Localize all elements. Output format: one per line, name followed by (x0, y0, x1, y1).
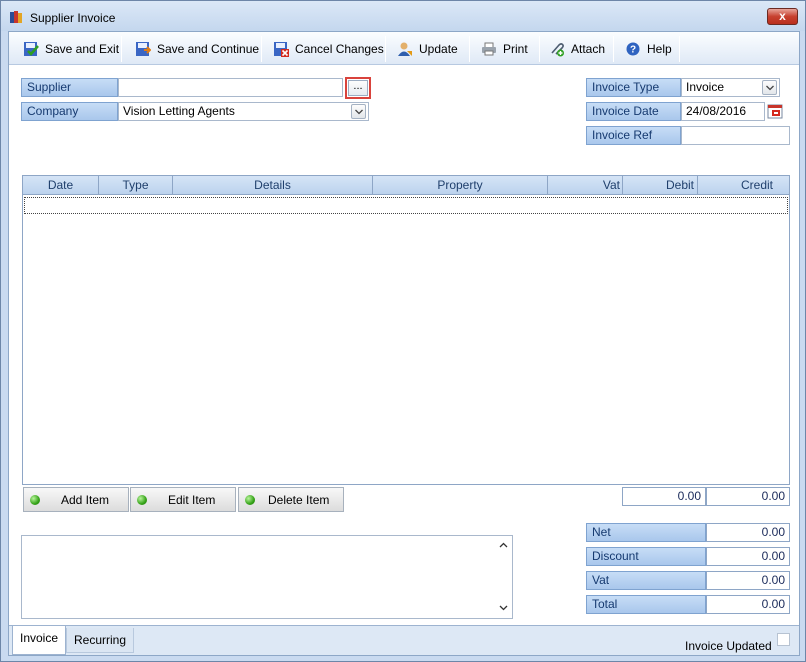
supplier-lookup-label: ... (348, 80, 368, 96)
vat-label: Vat (586, 571, 706, 590)
company-select[interactable]: Vision Letting Agents (118, 102, 369, 121)
invoice-type-select[interactable]: Invoice (681, 78, 780, 97)
supplier-input[interactable] (118, 78, 343, 97)
invoice-updated-checkbox[interactable] (777, 633, 790, 646)
delete-item-label: Delete Item (268, 493, 330, 507)
window-title: Supplier Invoice (30, 11, 116, 25)
invoice-date-input[interactable]: 24/08/2016 (681, 102, 765, 121)
cancel-changes-icon (274, 42, 289, 57)
close-button[interactable]: x (767, 8, 798, 25)
edit-item-label: Edit Item (168, 493, 216, 507)
app-icon (10, 11, 22, 23)
toolbar-separator (261, 36, 262, 62)
net-value: 0.00 (706, 523, 790, 542)
green-dot-icon (137, 495, 147, 505)
add-item-label: Add Item (61, 493, 110, 507)
company-value: Vision Letting Agents (123, 104, 235, 118)
tab-recurring[interactable]: Recurring (66, 628, 135, 653)
invoice-form: Save and Exit Save and Continue Cancel C… (8, 31, 800, 656)
save-and-continue-button[interactable]: Save and Continue (135, 36, 259, 62)
cancel-changes-label: Cancel Changes (295, 42, 384, 56)
update-button[interactable]: Update (397, 36, 458, 62)
add-item-button[interactable]: Add Item (23, 487, 129, 512)
invoice-updated-label: Invoice Updated (685, 639, 772, 653)
invoice-ref-input[interactable] (681, 126, 790, 145)
invoice-type-label: Invoice Type (586, 78, 681, 97)
bottom-tabs: Invoice Recurring (9, 625, 799, 655)
column-header-type[interactable]: Type (99, 176, 173, 194)
invoice-type-value: Invoice (686, 80, 725, 94)
grid-header: Date Type Details Property Vat Debit Cre… (23, 176, 789, 195)
toolbar-separator (613, 36, 614, 62)
toolbar-separator (385, 36, 386, 62)
save-and-exit-label: Save and Exit (45, 42, 120, 56)
supplier-label: Supplier (21, 78, 118, 97)
scroll-up-icon[interactable] (499, 542, 508, 548)
supplier-lookup-button[interactable]: ... (345, 77, 371, 99)
cancel-changes-button[interactable]: Cancel Changes (273, 36, 384, 62)
column-header-vat[interactable]: Vat (548, 176, 623, 194)
supplier-invoice-window: Supplier Invoice x Save and Exit Save an… (0, 0, 806, 662)
toolbar-separator (469, 36, 470, 62)
help-icon: ? (626, 42, 640, 56)
column-header-debit[interactable]: Debit (623, 176, 698, 194)
vat-value: 0.00 (706, 571, 790, 590)
help-label: Help (647, 42, 672, 56)
attach-label: Attach (571, 42, 606, 56)
notes-textarea[interactable] (21, 535, 513, 619)
update-icon (398, 42, 412, 56)
save-and-exit-button[interactable]: Save and Exit (23, 36, 119, 62)
column-header-date[interactable]: Date (23, 176, 99, 194)
total-label: Total (586, 595, 706, 614)
net-label: Net (586, 523, 706, 542)
scroll-down-icon[interactable] (499, 605, 508, 611)
svg-text:?: ? (630, 45, 636, 56)
attach-button[interactable]: Attach (549, 36, 605, 62)
invoice-date-label: Invoice Date (586, 102, 681, 121)
update-label: Update (419, 42, 458, 56)
calendar-icon[interactable] (767, 103, 783, 119)
column-header-details[interactable]: Details (173, 176, 373, 194)
save-exit-icon (24, 42, 39, 56)
toolbar-separator (679, 36, 680, 62)
credit-total: 0.00 (706, 487, 790, 506)
title-bar: Supplier Invoice x (1, 1, 805, 31)
green-dot-icon (245, 495, 255, 505)
help-button[interactable]: ? Help (625, 36, 672, 62)
total-value: 0.00 (706, 595, 790, 614)
discount-value[interactable]: 0.00 (706, 547, 790, 566)
print-label: Print (503, 42, 528, 56)
discount-label: Discount (586, 547, 706, 566)
printer-icon (482, 42, 496, 56)
tab-invoice[interactable]: Invoice (12, 626, 67, 655)
notes-scrollbar[interactable] (495, 536, 512, 618)
invoice-ref-label: Invoice Ref (586, 126, 681, 145)
toolbar-separator (539, 36, 540, 62)
chevron-down-icon[interactable] (762, 80, 777, 95)
chevron-down-icon[interactable] (351, 104, 366, 119)
edit-item-button[interactable]: Edit Item (130, 487, 236, 512)
column-header-property[interactable]: Property (373, 176, 548, 194)
debit-total: 0.00 (622, 487, 706, 506)
toolbar-separator (121, 36, 122, 62)
delete-item-button[interactable]: Delete Item (238, 487, 344, 512)
save-continue-icon (136, 42, 151, 56)
attach-icon (551, 43, 564, 57)
green-dot-icon (30, 495, 40, 505)
table-row-new[interactable] (24, 197, 788, 214)
company-label: Company (21, 102, 118, 121)
column-header-credit[interactable]: Credit (698, 176, 789, 194)
toolbar: Save and Exit Save and Continue Cancel C… (9, 32, 799, 65)
save-and-continue-label: Save and Continue (157, 42, 260, 56)
invoice-items-grid: Date Type Details Property Vat Debit Cre… (22, 175, 790, 485)
print-button[interactable]: Print (481, 36, 528, 62)
